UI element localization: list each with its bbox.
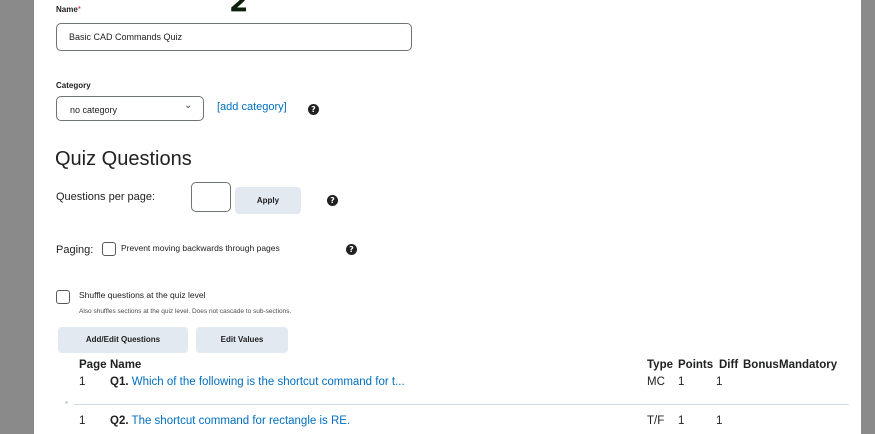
name-label: Name*	[56, 5, 81, 14]
row-1-question[interactable]: Q1. Which of the following is the shortc…	[110, 376, 405, 388]
row-2-question-number: Q2.	[110, 415, 129, 427]
row-1-type: MC	[647, 376, 665, 388]
row-1-points: 1	[678, 376, 685, 388]
shuffle-questions-label: Shuffle questions at the quiz level	[79, 290, 206, 300]
shuffle-questions-description: Also shuffles sections at the quiz level…	[79, 308, 292, 315]
quiz-name-input[interactable]	[56, 23, 412, 51]
row-1-page: 1	[79, 376, 86, 388]
paging-help-icon[interactable]: ?	[346, 244, 357, 255]
prevent-backwards-checkbox[interactable]	[102, 242, 116, 256]
row-2-question-link[interactable]: The shortcut command for rectangle is RE…	[132, 415, 351, 427]
category-select[interactable]: no category ⌄	[56, 96, 204, 121]
required-mark: *	[77, 5, 81, 14]
row-divider	[74, 404, 849, 405]
category-label: Category	[56, 81, 91, 90]
questions-per-page-label: Questions per page:	[56, 191, 156, 203]
add-edit-questions-button[interactable]: Add/Edit Questions	[58, 327, 188, 353]
row-1-question-number: Q1.	[110, 376, 129, 388]
col-header-type: Type	[647, 359, 673, 371]
questions-per-page-help-icon[interactable]: ?	[327, 195, 338, 206]
right-gutter	[861, 0, 875, 434]
row-2-diff: 1	[716, 415, 723, 427]
row-1-question-link[interactable]: Which of the following is the shortcut c…	[132, 376, 405, 388]
quiz-questions-heading: Quiz Questions	[55, 148, 192, 170]
chevron-down-icon: ⌄	[184, 100, 193, 111]
step-marker: 2	[229, 0, 249, 18]
row-1-diff: 1	[716, 376, 723, 388]
col-header-diff: Diff	[719, 359, 739, 371]
row-2-points: 1	[678, 415, 685, 427]
col-header-page: Page	[79, 359, 107, 371]
row-divider-dot	[65, 401, 68, 404]
col-header-points: Points	[678, 359, 714, 371]
col-header-mandatory: Mandatory	[779, 359, 838, 371]
row-2-type: T/F	[647, 415, 665, 427]
row-2-page: 1	[79, 415, 86, 427]
row-2-question[interactable]: Q2. The shortcut command for rectangle i…	[110, 415, 350, 427]
category-help-icon[interactable]: ?	[308, 104, 319, 115]
add-category-link[interactable]: [add category]	[217, 101, 287, 113]
prevent-backwards-label: Prevent moving backwards through pages	[121, 243, 280, 253]
shuffle-questions-checkbox[interactable]	[56, 290, 70, 304]
edit-values-button[interactable]: Edit Values	[196, 327, 288, 353]
apply-button[interactable]: Apply	[235, 187, 301, 214]
col-header-bonus: Bonus	[743, 359, 779, 371]
paging-label: Paging:	[56, 244, 94, 256]
category-selected-value: no category	[70, 105, 118, 115]
left-gutter	[0, 0, 34, 434]
quiz-edit-panel: 2 Name* Category no category ⌄ [add cate…	[34, 0, 861, 434]
col-header-name: Name	[110, 359, 142, 371]
questions-per-page-input[interactable]	[191, 182, 231, 212]
